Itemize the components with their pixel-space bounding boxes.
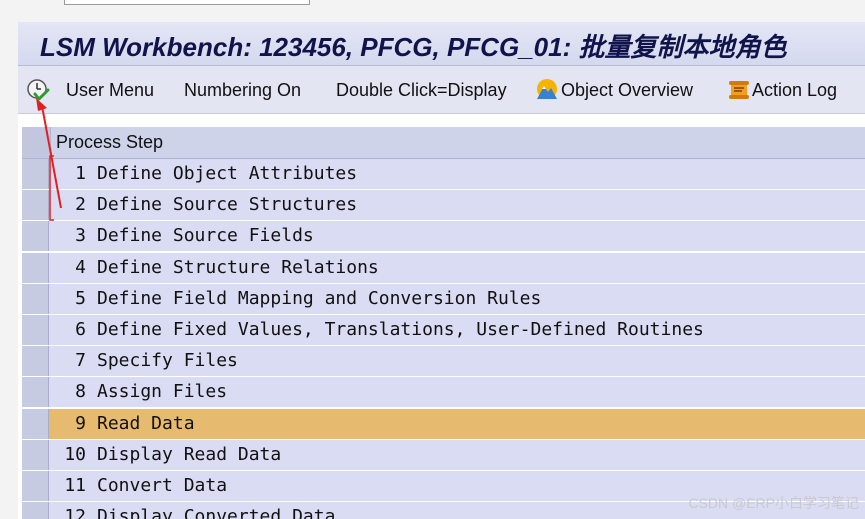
step-label: Display Converted Data — [97, 506, 336, 519]
table-row[interactable]: 6 Define Fixed Values, Translations, User… — [22, 315, 865, 346]
step-label: Define Structure Relations — [97, 256, 379, 278]
step-number: 10 — [64, 443, 86, 465]
step-number: 3 — [75, 225, 86, 247]
previous-window-field — [64, 0, 310, 5]
step-number: 11 — [64, 475, 86, 496]
row-selector[interactable] — [22, 471, 49, 501]
table-row[interactable]: 3 Define Source Fields — [22, 221, 865, 253]
numbering-on-button[interactable]: Numbering On — [184, 78, 301, 102]
step-number: 2 — [75, 194, 86, 216]
title-bar: LSM Workbench: 123456, PFCG, PFCG_01: 批量… — [18, 22, 865, 66]
step-number: 9 — [75, 412, 86, 434]
step-label: Define Source Fields — [97, 225, 314, 247]
row-selector[interactable] — [22, 315, 49, 345]
step-number: 6 — [75, 319, 86, 340]
row-selector[interactable] — [22, 439, 49, 470]
step-label: Define Source Structures — [97, 194, 358, 216]
column-header-process-step: Process Step — [56, 132, 164, 152]
step-number: 4 — [75, 256, 86, 278]
step-number: 8 — [75, 381, 86, 403]
step-label: Define Fixed Values, Translations, User-… — [97, 319, 704, 340]
process-step-grid: Process Step 1 Define Object Attributes 2 D… — [22, 127, 865, 519]
table-row[interactable]: 2 Define Source Structures — [22, 190, 865, 222]
step-label: Read Data — [97, 412, 195, 434]
object-overview-icon[interactable] — [535, 78, 559, 102]
double-click-display-button[interactable]: Double Click=Display — [336, 78, 507, 102]
select-all-corner[interactable] — [22, 127, 51, 158]
object-overview-button[interactable]: Object Overview — [561, 78, 693, 102]
row-selector[interactable] — [22, 502, 49, 519]
step-number: 12 — [64, 506, 86, 519]
step-label: Define Field Mapping and Conversion Rule… — [97, 287, 542, 309]
row-selector[interactable] — [22, 377, 49, 408]
user-menu-button[interactable]: User Menu — [66, 78, 154, 102]
watermark: CSDN @ERP小白学习笔记 — [688, 495, 859, 511]
application-toolbar: User Menu Numbering On Double Click=Disp… — [18, 66, 865, 114]
row-selector[interactable] — [22, 159, 49, 189]
row-selector[interactable] — [22, 346, 49, 377]
execute-clock-icon[interactable] — [26, 78, 50, 102]
table-row[interactable]: 9 Read Data — [22, 408, 865, 440]
row-selector[interactable] — [22, 221, 49, 252]
window-title: LSM Workbench: 123456, PFCG, PFCG_01: 批量… — [40, 32, 787, 62]
action-log-icon[interactable] — [727, 78, 751, 102]
table-row[interactable]: 5 Define Field Mapping and Conversion Rul… — [22, 283, 865, 315]
table-row[interactable]: 7 Specify Files — [22, 346, 865, 378]
step-number: 7 — [75, 350, 86, 372]
table-row[interactable]: 10 Display Read Data — [22, 439, 865, 471]
step-label: Convert Data — [97, 475, 228, 496]
grid-header: Process Step — [22, 127, 865, 159]
step-number: 1 — [75, 163, 86, 184]
step-number: 5 — [75, 287, 86, 309]
row-selector[interactable] — [22, 283, 49, 314]
table-row[interactable]: 1 Define Object Attributes — [22, 159, 865, 190]
table-row[interactable]: 4 Define Structure Relations — [22, 252, 865, 284]
action-log-button[interactable]: Action Log — [752, 78, 837, 102]
step-label: Define Object Attributes — [97, 163, 358, 184]
row-selector[interactable] — [22, 408, 49, 439]
step-label: Display Read Data — [97, 443, 282, 465]
previous-window-strip — [0, 0, 865, 22]
window-left-edge — [0, 22, 18, 519]
row-selector[interactable] — [22, 190, 49, 221]
step-label: Specify Files — [97, 350, 238, 372]
row-selector[interactable] — [22, 252, 49, 283]
table-row[interactable]: 8 Assign Files — [22, 377, 865, 409]
step-label: Assign Files — [97, 381, 228, 403]
